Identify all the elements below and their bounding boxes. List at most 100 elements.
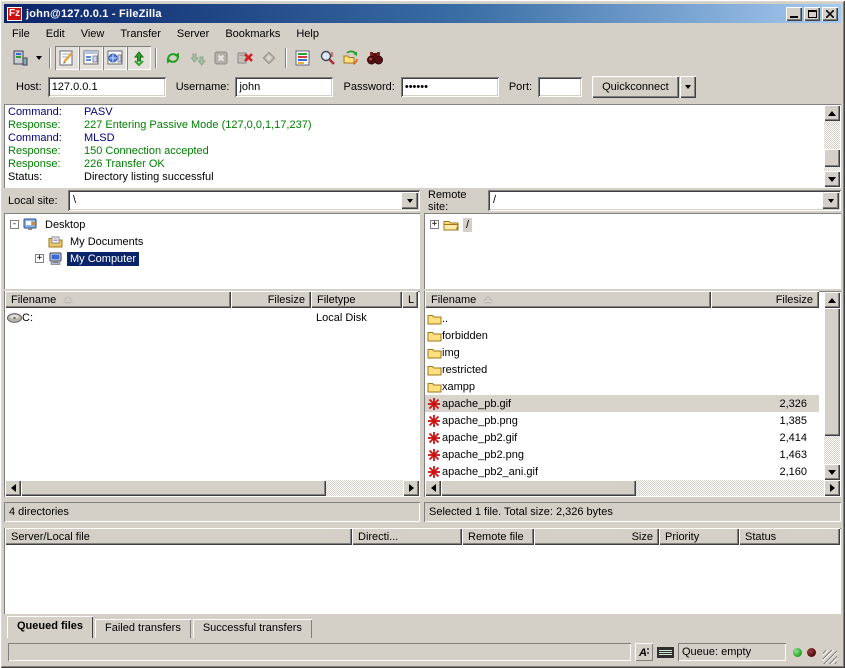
menu-bookmarks[interactable]: Bookmarks: [217, 26, 288, 42]
column-header-server-local-file[interactable]: Server/Local file: [5, 528, 352, 545]
remote-site-combo[interactable]: /: [488, 190, 841, 211]
log-line: Response:226 Transfer OK: [8, 158, 821, 171]
chevron-down-icon: [828, 199, 834, 203]
column-header-direction[interactable]: Directi...: [352, 528, 462, 545]
site-manager-button[interactable]: [8, 46, 32, 70]
column-header-filename[interactable]: Filename: [5, 291, 231, 308]
refresh-button[interactable]: [161, 46, 185, 70]
scroll-down-button[interactable]: [824, 171, 840, 187]
filesize-cell: 1,385: [725, 415, 807, 427]
directory-comparison-button[interactable]: [291, 46, 315, 70]
remote-file-row[interactable]: apache_pb2.png 1,463: [425, 446, 819, 463]
remote-file-row[interactable]: restricted: [425, 361, 819, 378]
message-log-icon: [58, 49, 76, 67]
toolbar-separator: [49, 48, 51, 68]
toggle-message-log-button[interactable]: [55, 46, 79, 70]
toggle-local-tree-button[interactable]: [79, 46, 103, 70]
menu-edit[interactable]: Edit: [38, 26, 73, 42]
port-input[interactable]: [538, 77, 582, 97]
remote-file-row[interactable]: img: [425, 344, 819, 361]
scrollbar-thumb[interactable]: [441, 480, 636, 496]
column-header-priority[interactable]: Priority: [659, 528, 739, 545]
tree-item-root[interactable]: + /: [424, 216, 841, 233]
scroll-right-button[interactable]: [824, 480, 840, 496]
scroll-left-button[interactable]: [425, 480, 441, 496]
column-header-remote-file[interactable]: Remote file: [462, 528, 534, 545]
expand-icon[interactable]: +: [430, 220, 439, 229]
remote-file-row-selected[interactable]: apache_pb.gif 2,326: [425, 395, 819, 412]
menu-file[interactable]: File: [4, 26, 38, 42]
filename-cell: img: [442, 347, 460, 359]
resize-grip[interactable]: [823, 650, 837, 664]
scrollbar-thumb[interactable]: [824, 149, 840, 167]
filename-filters-button[interactable]: [315, 46, 339, 70]
find-files-button[interactable]: [363, 46, 387, 70]
column-header-filename[interactable]: Filename: [425, 291, 711, 308]
toggle-transfer-queue-button[interactable]: [127, 46, 151, 70]
remote-file-row[interactable]: ..: [425, 310, 819, 327]
menu-help[interactable]: Help: [288, 26, 327, 42]
speed-limit-icon[interactable]: [657, 647, 674, 658]
menu-transfer[interactable]: Transfer: [112, 26, 169, 42]
remote-file-list: Filename Filesize .. forbidden img restr…: [424, 291, 841, 497]
tab-failed-transfers[interactable]: Failed transfers: [95, 619, 191, 638]
log-scrollbar[interactable]: [824, 105, 840, 187]
local-file-row[interactable]: C: Local Disk: [5, 309, 415, 326]
process-queue-button[interactable]: [185, 46, 209, 70]
column-header-last-modified[interactable]: L: [402, 291, 418, 308]
column-header-size[interactable]: Size: [534, 528, 659, 545]
scroll-down-button[interactable]: [824, 464, 840, 480]
quickconnect-button[interactable]: Quickconnect: [592, 76, 679, 98]
scroll-right-button[interactable]: [403, 480, 419, 496]
tree-item-my-computer[interactable]: + My Computer: [4, 250, 420, 267]
scrollbar-thumb[interactable]: [824, 308, 840, 436]
menu-bar: File Edit View Transfer Server Bookmarks…: [4, 24, 841, 43]
remote-file-row[interactable]: forbidden: [425, 327, 819, 344]
scroll-up-button[interactable]: [824, 105, 840, 121]
cancel-operation-button[interactable]: [209, 46, 233, 70]
local-site-dropdown[interactable]: [401, 192, 418, 209]
collapse-icon[interactable]: -: [10, 220, 19, 229]
menu-server[interactable]: Server: [169, 26, 217, 42]
tree-item-my-documents[interactable]: My Documents: [4, 233, 420, 250]
remote-hscrollbar[interactable]: [425, 480, 840, 496]
maximize-button[interactable]: [804, 7, 820, 21]
tab-queued-files[interactable]: Queued files: [7, 616, 93, 638]
minimize-button[interactable]: [786, 7, 802, 21]
column-header-status[interactable]: Status: [739, 528, 840, 545]
synchronized-browsing-button[interactable]: [339, 46, 363, 70]
remote-file-row[interactable]: apache_pb2_ani.gif 2,160: [425, 463, 819, 480]
remote-file-row[interactable]: apache_pb.png 1,385: [425, 412, 819, 429]
username-input[interactable]: [235, 77, 333, 97]
remote-site-dropdown[interactable]: [822, 192, 839, 209]
reconnect-button[interactable]: [257, 46, 281, 70]
toggle-remote-tree-button[interactable]: [103, 46, 127, 70]
expand-icon[interactable]: +: [35, 254, 44, 263]
site-manager-dropdown[interactable]: [32, 46, 45, 70]
scrollbar-thumb[interactable]: [21, 480, 326, 496]
tree-item-desktop[interactable]: - Desktop: [4, 216, 420, 233]
password-input[interactable]: [401, 77, 499, 97]
local-hscrollbar[interactable]: [5, 480, 419, 496]
column-header-filesize[interactable]: Filesize: [711, 291, 819, 308]
local-site-combo[interactable]: \: [68, 190, 420, 211]
disconnect-button[interactable]: [233, 46, 257, 70]
host-input[interactable]: [48, 77, 166, 97]
column-header-filetype[interactable]: Filetype: [311, 291, 402, 308]
close-button[interactable]: [822, 7, 838, 21]
scroll-left-button[interactable]: [5, 480, 21, 496]
quickconnect-dropdown[interactable]: [680, 76, 696, 98]
scroll-up-button[interactable]: [824, 292, 840, 308]
folder-icon: [425, 364, 442, 376]
menu-view[interactable]: View: [73, 26, 113, 42]
tab-successful-transfers[interactable]: Successful transfers: [193, 619, 312, 638]
column-header-filesize[interactable]: Filesize: [231, 291, 311, 308]
site-manager-icon: [11, 49, 29, 67]
remote-vscrollbar[interactable]: [824, 292, 840, 480]
filename-cell: C:: [22, 312, 33, 324]
data-type-indicator[interactable]: A: [635, 643, 653, 661]
remote-file-row[interactable]: apache_pb2.gif 2,414: [425, 429, 819, 446]
tree-item-label: My Computer: [67, 252, 139, 266]
local-site-row: Local site: \: [4, 190, 420, 211]
remote-file-row[interactable]: xampp: [425, 378, 819, 395]
